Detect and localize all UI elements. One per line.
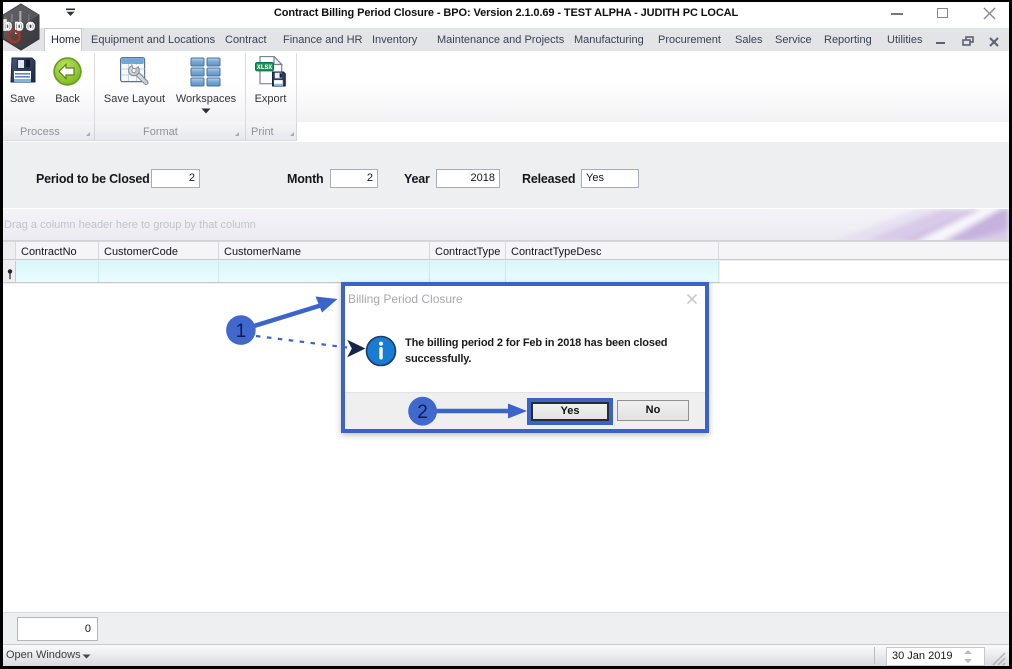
svg-text:bpo: bpo xyxy=(3,17,38,33)
svg-text:1: 1 xyxy=(236,321,247,342)
svg-text:2: 2 xyxy=(417,402,428,423)
